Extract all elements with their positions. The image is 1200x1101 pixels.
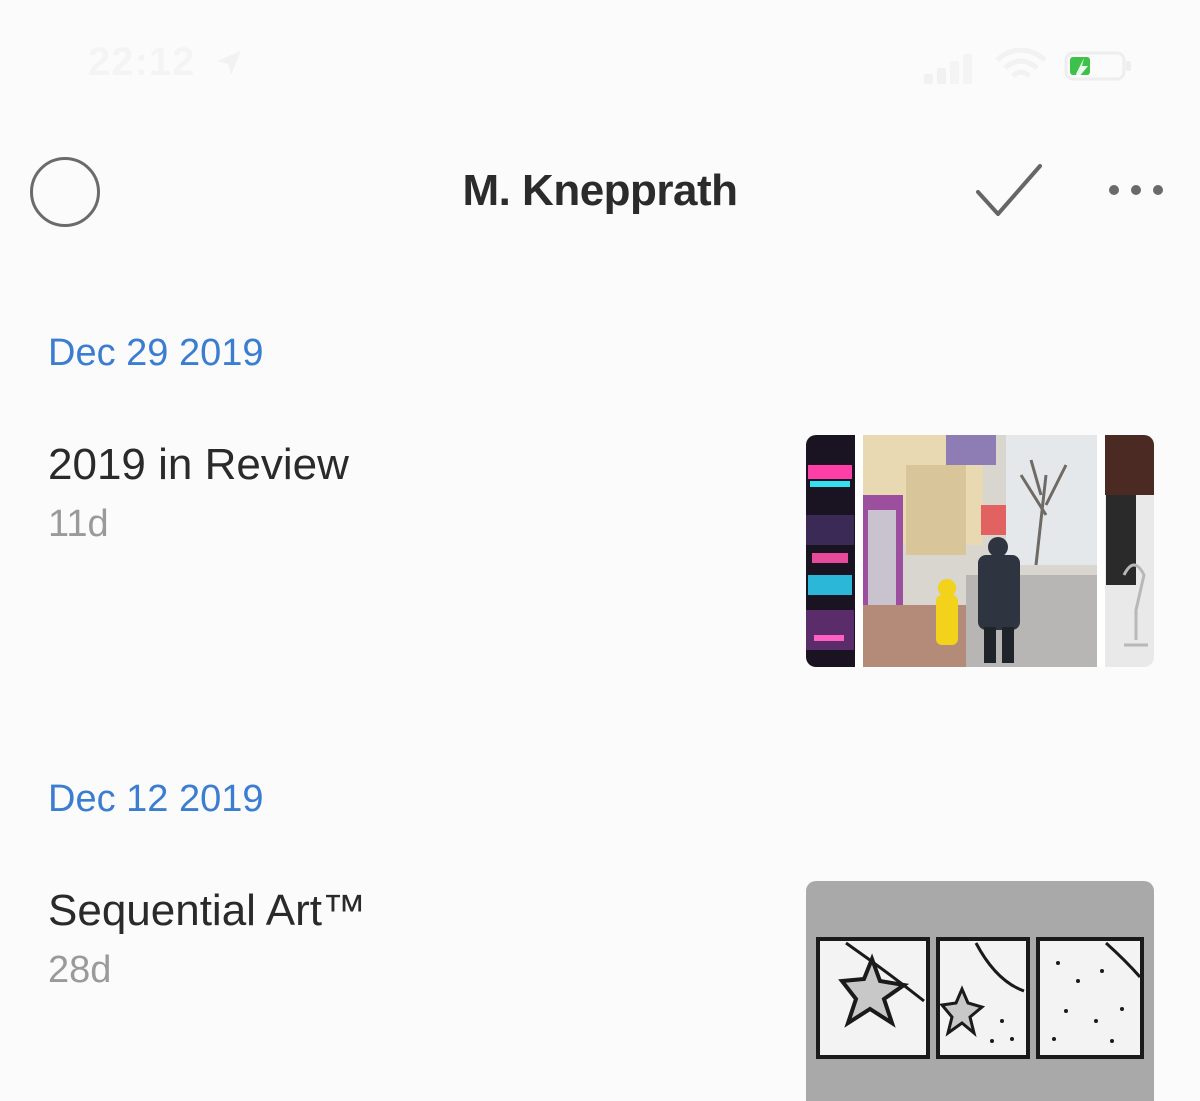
entry-title[interactable]: Sequential Art™ <box>48 886 366 936</box>
sketch-panels-image <box>806 881 1154 1101</box>
nav-header: M. Knepprath <box>0 140 1200 250</box>
entry-thumbnail[interactable] <box>806 435 1154 667</box>
signal-icon <box>924 54 972 84</box>
checkmark-icon[interactable] <box>972 162 1046 220</box>
date-header: Dec 12 2019 <box>48 778 264 820</box>
entry-thumbnail[interactable] <box>806 881 1154 1101</box>
date-header: Dec 29 2019 <box>48 332 264 374</box>
entry-title[interactable]: 2019 in Review <box>48 440 349 490</box>
more-icon[interactable] <box>1104 178 1168 202</box>
location-arrow-icon <box>217 51 241 75</box>
entry-age: 11d <box>48 503 109 545</box>
status-time: 22:12 <box>88 40 196 84</box>
wifi-icon <box>995 48 1047 78</box>
battery-icon <box>1064 51 1131 81</box>
photo-collage-image <box>806 435 1154 667</box>
entry-age: 28d <box>48 949 112 991</box>
status-bar: 22:12 <box>0 0 1200 110</box>
